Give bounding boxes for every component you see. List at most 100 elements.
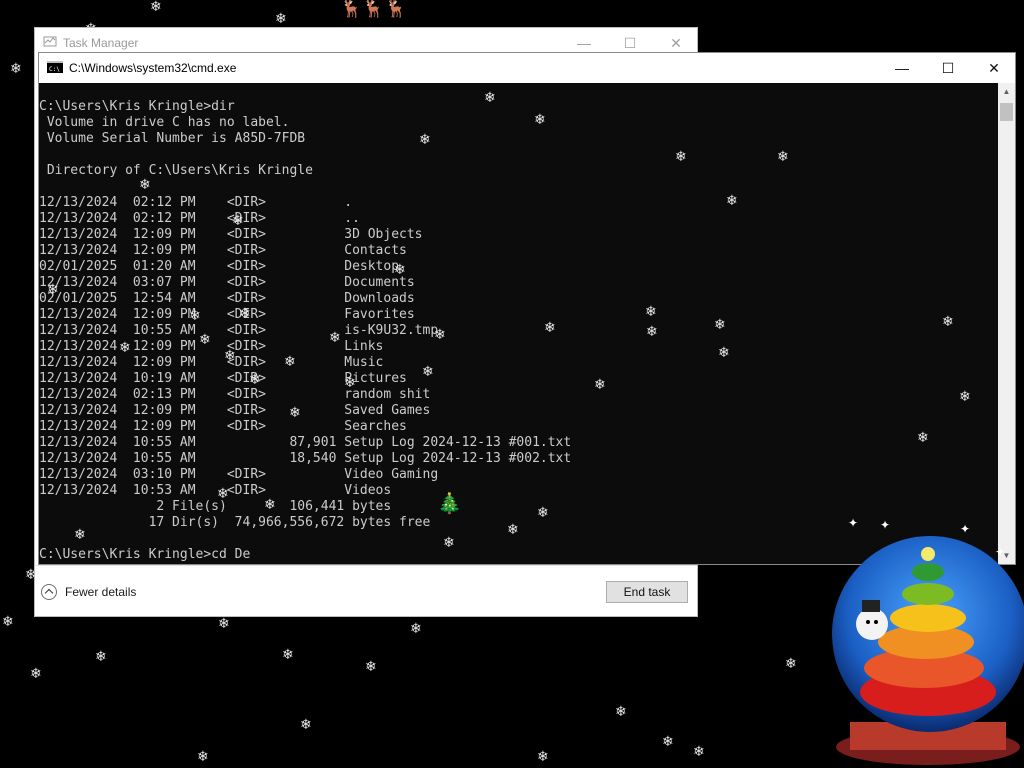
console-line: 12/13/2024 10:55 AM <DIR> is-K9U32.tmp [39, 323, 439, 338]
snowflake-icon: ❄ [959, 389, 971, 405]
console-line: Volume in drive C has no label. [39, 115, 290, 130]
maximize-button[interactable]: ☐ [925, 53, 971, 83]
snowflake-icon: ❄ [47, 282, 59, 298]
console-line: 12/13/2024 10:55 AM 87,901 Setup Log 202… [39, 435, 572, 450]
snowflake-icon: ❄ [419, 132, 431, 148]
console-line: 12/13/2024 12:09 PM <DIR> 3D Objects [39, 227, 423, 242]
console-line: 12/13/2024 12:09 PM <DIR> Contacts [39, 243, 407, 258]
snowflake-icon: ❄ [217, 486, 229, 502]
console-line: Volume Serial Number is A85D-7FDB [39, 131, 306, 146]
close-button[interactable]: ✕ [971, 53, 1017, 83]
snowflake-icon: ❄ [275, 11, 287, 27]
cmd-titlebar[interactable]: C:\ C:\Windows\system32\cmd.exe — ☐ ✕ [39, 53, 1015, 83]
snowflake-icon: ❄ [422, 364, 434, 380]
fewer-details-label: Fewer details [65, 585, 137, 599]
snowflake-icon: ❄ [726, 193, 738, 209]
snowflake-icon: ❄ [777, 149, 789, 165]
console-output[interactable]: C:\Users\Kris Kringle>dir Volume in driv… [39, 83, 998, 564]
snowflake-icon: ❄ [537, 505, 549, 521]
snowflake-icon: ❄ [917, 430, 929, 446]
snowflake-icon: ❄ [534, 112, 546, 128]
console-line: 12/13/2024 10:53 AM <DIR> Videos [39, 483, 392, 498]
snowflake-icon: ❄ [443, 535, 455, 551]
snowflake-icon: ❄ [30, 666, 42, 682]
snowflake-icon: ❄ [197, 749, 209, 765]
snowflake-icon: ❄ [365, 659, 377, 675]
snowflake-icon: ❄ [284, 354, 296, 370]
snowflake-icon: ❄ [329, 330, 341, 346]
snowflake-icon: ❄ [693, 744, 705, 760]
fewer-details-button[interactable]: Fewer details [41, 582, 136, 602]
snowflake-icon: ❄ [2, 614, 14, 630]
svg-text:C:\: C:\ [49, 66, 60, 73]
cmd-window[interactable]: C:\ C:\Windows\system32\cmd.exe — ☐ ✕ C:… [38, 52, 1016, 565]
snowflake-icon: ❄ [537, 749, 549, 765]
chevron-up-icon [41, 584, 57, 600]
snowflake-icon: ❄ [264, 497, 276, 513]
snowflake-icon: ❄ [199, 332, 211, 348]
snowflake-icon: ❄ [507, 522, 519, 538]
snowflake-icon: ❄ [218, 616, 230, 632]
console-line: 12/13/2024 12:09 PM <DIR> Music [39, 355, 384, 370]
console-line: 02/01/2025 12:54 AM <DIR> Downloads [39, 291, 415, 306]
scroll-thumb[interactable] [1000, 103, 1013, 121]
snowflake-icon: ❄ [646, 324, 658, 340]
snowflake-icon: ❄ [282, 647, 294, 663]
snowflake-icon: ❄ [942, 314, 954, 330]
sparkle-icon: ✦ [995, 545, 1006, 559]
console-line: 02/01/2025 01:20 AM <DIR> Desktop [39, 259, 400, 274]
sparkle-icon: ✦ [848, 516, 859, 530]
snowflake-icon: ❄ [662, 734, 674, 750]
end-task-button[interactable]: End task [606, 581, 688, 603]
snowflake-icon: ❄ [785, 656, 797, 672]
snowflake-icon: ❄ [594, 377, 606, 393]
snowflake-icon: ❄ [484, 90, 496, 106]
console-line: 12/13/2024 12:09 PM <DIR> Searches [39, 419, 407, 434]
snowflake-icon: ❄ [434, 327, 446, 343]
snowflake-icon: ❄ [249, 372, 261, 388]
vertical-scrollbar[interactable]: ▲ ▼ [998, 83, 1015, 564]
cmd-icon: C:\ [47, 61, 63, 73]
snowflake-icon: ❄ [224, 348, 236, 364]
scroll-up-icon[interactable]: ▲ [998, 83, 1015, 100]
snowflake-icon: ❄ [74, 527, 86, 543]
snowflake-icon: ❄ [189, 308, 201, 324]
sparkle-icon: ✦ [960, 522, 971, 536]
snowflake-icon: ❄ [119, 340, 131, 356]
snowflake-icon: ❄ [289, 405, 301, 421]
task-manager-title: Task Manager [63, 36, 139, 50]
snowflake-icon: ❄ [10, 61, 22, 77]
console-line: 12/13/2024 03:07 PM <DIR> Documents [39, 275, 415, 290]
snowflake-icon: ❄ [239, 306, 251, 322]
snowflake-icon: ❄ [615, 704, 627, 720]
console-line: 12/13/2024 12:09 PM <DIR> Favorites [39, 307, 415, 322]
task-manager-icon [43, 36, 57, 47]
snowflake-icon: ❄ [394, 262, 406, 278]
snowflake-icon: ❄ [675, 149, 687, 165]
snowflake-icon: ❄ [344, 375, 356, 391]
cmd-title: C:\Windows\system32\cmd.exe [69, 61, 237, 75]
snowflake-icon: ❄ [232, 213, 244, 229]
snowflake-icon: ❄ [410, 621, 422, 637]
snowflake-icon: ❄ [718, 345, 730, 361]
console-line: 12/13/2024 03:10 PM <DIR> Video Gaming [39, 467, 439, 482]
console-line: 12/13/2024 10:19 AM <DIR> Pictures [39, 371, 407, 386]
sparkle-icon: ✦ [880, 518, 891, 532]
console-line: Directory of C:\Users\Kris Kringle [39, 163, 313, 178]
console-line: C:\Users\Kris Kringle>dir [39, 99, 235, 114]
console-line: 12/13/2024 10:55 AM 18,540 Setup Log 202… [39, 451, 572, 466]
minimize-button[interactable]: — [879, 53, 925, 83]
snowflake-icon: ❄ [139, 177, 151, 193]
snowflake-icon: ❄ [300, 717, 312, 733]
snowflake-icon: ❄ [95, 649, 107, 665]
christmas-tree-cursor-icon: 🎄 [437, 491, 462, 515]
snowflake-icon: ❄ [645, 304, 657, 320]
snowflake-icon: ❄ [544, 320, 556, 336]
task-manager-footer: Fewer details End task [35, 565, 697, 616]
console-line: 12/13/2024 02:12 PM <DIR> .. [39, 211, 360, 226]
console-line: 12/13/2024 12:09 PM <DIR> Saved Games [39, 403, 431, 418]
snowflake-icon: ❄ [714, 317, 726, 333]
